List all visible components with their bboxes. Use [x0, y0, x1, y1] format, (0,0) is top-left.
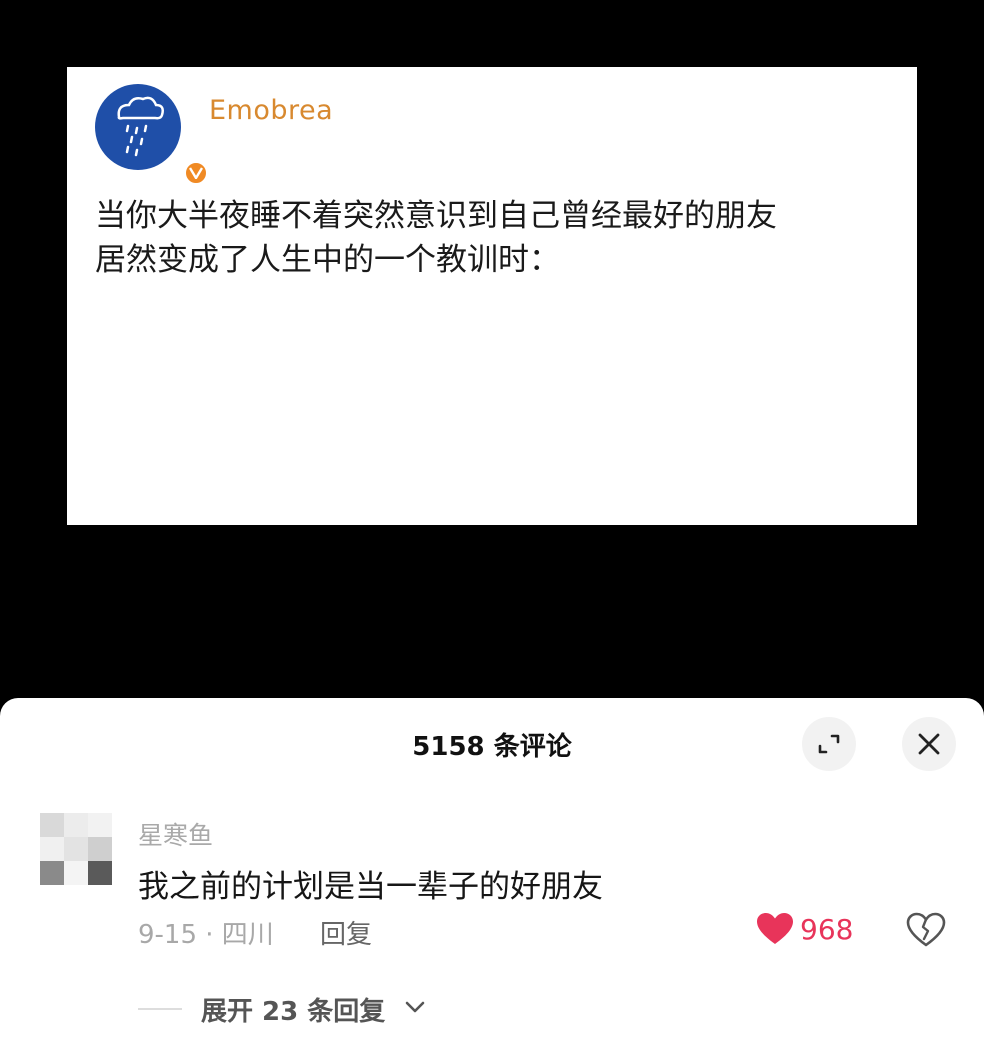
post-card: Emobrea 当你大半夜睡不着突然意识到自己曾经最好的朋友 居然变成了人生中的…	[67, 67, 917, 525]
close-icon	[918, 733, 940, 755]
verified-badge-icon	[184, 161, 208, 185]
divider-line	[138, 1008, 182, 1010]
comment-text: 我之前的计划是当一辈子的好朋友	[138, 869, 603, 905]
comments-sheet: 5158 条评论 星寒鱼 我之前的计划是当一辈子的好朋友 9-15 · 四川 回…	[0, 698, 984, 1051]
post-text: 当你大半夜睡不着突然意识到自己曾经最好的朋友 居然变成了人生中的一个教训时：	[95, 194, 875, 282]
post-text-line: 当你大半夜睡不着突然意识到自己曾经最好的朋友	[95, 198, 777, 234]
reply-button[interactable]: 回复	[320, 914, 372, 951]
dislike-button[interactable]	[906, 912, 946, 952]
broken-heart-icon	[906, 912, 946, 947]
comment-username[interactable]: 星寒鱼	[138, 816, 213, 852]
comment-meta: 9-15 · 四川	[138, 920, 274, 950]
post-username[interactable]: Emobrea	[209, 95, 331, 126]
avatar[interactable]	[95, 84, 208, 185]
chevron-down-icon	[405, 1001, 425, 1013]
comment-avatar[interactable]	[40, 813, 114, 887]
rain-cloud-icon	[117, 96, 164, 157]
expand-icon	[818, 734, 840, 754]
heart-icon	[757, 913, 793, 944]
screenshot-page: Emobrea 当你大半夜睡不着突然意识到自己曾经最好的朋友 居然变成了人生中的…	[0, 0, 984, 1051]
post-text-line: 居然变成了人生中的一个教训时：	[95, 242, 560, 278]
expand-button[interactable]	[802, 717, 856, 771]
like-count: 968	[800, 913, 854, 946]
close-button[interactable]	[902, 717, 956, 771]
expand-replies-label: 展开 23 条回复	[201, 997, 386, 1027]
